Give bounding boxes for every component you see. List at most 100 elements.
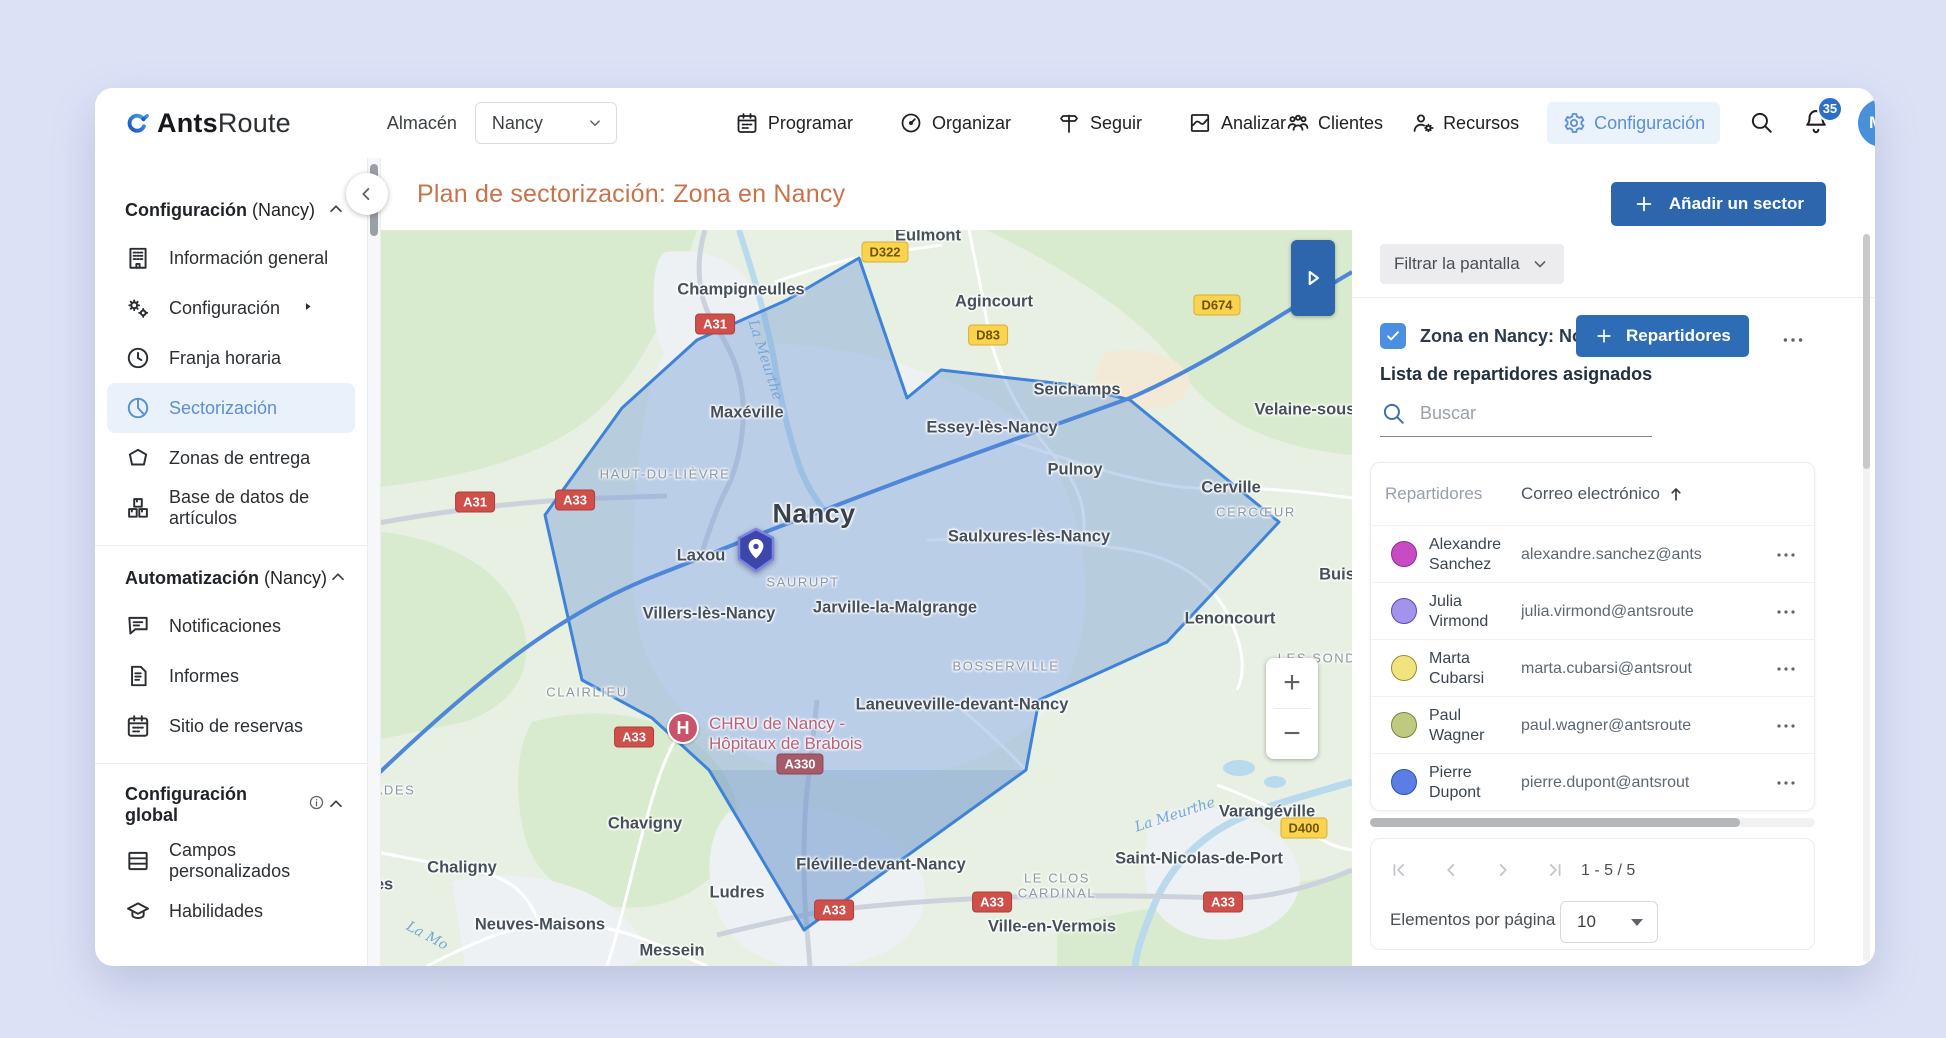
driver-avatar <box>1391 541 1417 567</box>
sidebar-item-sitio-de-reservas[interactable]: Sitio de reservas <box>107 701 355 751</box>
section-collapse-button[interactable] <box>325 793 347 818</box>
search-button[interactable] <box>1748 109 1774 138</box>
map-label-villerslesnancy: Villers-lès-Nancy <box>643 605 776 624</box>
chevron-up-icon <box>325 198 347 220</box>
signpost-icon <box>1057 111 1081 135</box>
panel-scrollbar[interactable] <box>1863 234 1870 962</box>
pagination-last-button[interactable] <box>1535 851 1575 891</box>
driver-avatar <box>1391 598 1417 624</box>
speedometer-icon <box>899 111 923 135</box>
driver-email: julia.virmond@antsroute <box>1521 583 1694 640</box>
resources-icon <box>1411 111 1435 135</box>
sidebar-section-configuracion: Configuración(Nancy) <box>95 182 367 233</box>
map-label-saintnicolasdeport: Saint-Nicolas-de-Port <box>1115 850 1283 869</box>
warehouse-value: Nancy <box>492 113 543 134</box>
sidebar-item-habilidades[interactable]: Habilidades <box>107 886 355 936</box>
map-label-velainesous: Velaine-sous <box>1255 401 1352 420</box>
map-label-buis: Buis <box>1319 566 1352 585</box>
gears-icon <box>125 295 151 321</box>
panel-scrollbar-thumb[interactable] <box>1863 234 1870 469</box>
table-row[interactable]: JuliaVirmondjulia.virmond@antsroute <box>1371 582 1814 639</box>
sidebar-item-franja-horaria[interactable]: Franja horaria <box>107 333 355 383</box>
column-header-drivers[interactable]: Repartidores <box>1385 484 1482 504</box>
nav-recursos[interactable]: Recursos <box>1411 111 1519 135</box>
nav-seguir[interactable]: Seguir <box>1057 111 1142 135</box>
pagination-first-button[interactable] <box>1379 851 1419 891</box>
pie-chart-icon <box>125 395 151 421</box>
map-label-le-clos: LE CLOS <box>1024 871 1090 886</box>
sidebar-item-campos-personalizados[interactable]: Campos personalizados <box>107 836 355 886</box>
row-menu-button[interactable] <box>1774 713 1798 742</box>
dots-icon <box>1774 656 1798 682</box>
notifications-button[interactable]: 35 <box>1802 107 1830 140</box>
avatar[interactable]: MH <box>1858 99 1875 147</box>
nav-analizar[interactable]: Analizar <box>1188 111 1286 135</box>
sidebar-item-zonas-de-entrega[interactable]: Zonas de entrega <box>107 433 355 483</box>
row-menu-button[interactable] <box>1774 656 1798 685</box>
table-row[interactable]: AlexandreSanchezalexandre.sanchez@ants <box>1371 525 1814 582</box>
driver-email: pierre.dupont@antsrout <box>1521 754 1689 811</box>
horizontal-scrollbar[interactable] <box>1370 818 1815 827</box>
hospital-poi[interactable]: H CHRU de Nancy -Hôpitaux de Brabois <box>667 712 862 755</box>
plus-icon <box>1594 326 1614 346</box>
sidebar-item-sectorizacion[interactable]: Sectorización <box>107 383 355 433</box>
pagination-prev-button[interactable] <box>1431 851 1471 891</box>
panel-expand-button[interactable] <box>1291 240 1335 316</box>
sidebar-item-notificaciones[interactable]: Notificaciones <box>107 601 355 651</box>
pagination-next-button[interactable] <box>1483 851 1523 891</box>
table-row[interactable]: PaulWagnerpaul.wagner@antsroute <box>1371 696 1814 753</box>
map-pin-icon[interactable] <box>733 526 779 578</box>
search-input[interactable] <box>1418 402 1628 425</box>
nav-clientes[interactable]: Clientes <box>1286 111 1383 135</box>
sidebar-item-configuracion[interactable]: Configuración <box>107 283 355 333</box>
nav-programar[interactable]: Programar <box>735 111 853 135</box>
warehouse-select[interactable]: Nancy <box>475 102 617 144</box>
zone-checkbox[interactable] <box>1380 323 1406 349</box>
driver-avatar <box>1391 655 1417 681</box>
right-panel: Filtrar la pantalla Zona en Nancy: Norte <box>1352 230 1875 966</box>
zoom-out-button[interactable]: − <box>1266 709 1318 759</box>
column-header-email[interactable]: Correo electrónico <box>1521 484 1686 504</box>
section-collapse-button[interactable] <box>327 566 349 591</box>
notification-count-badge: 35 <box>1817 96 1843 122</box>
boxes-icon <box>125 495 151 521</box>
settings-icon <box>1562 111 1586 135</box>
nav-organizar[interactable]: Organizar <box>899 111 1011 135</box>
brand-logo[interactable]: AntsRoute <box>125 108 291 139</box>
brand-name: AntsRoute <box>157 108 291 139</box>
per-page-select[interactable]: 10 <box>1560 901 1658 943</box>
sidebar-item-informes[interactable]: Informes <box>107 651 355 701</box>
map[interactable]: EulmontChampigneullesAgincourtSeichampsV… <box>367 230 1352 966</box>
building-icon <box>125 245 151 271</box>
road-shield-a31: A31 <box>695 314 735 335</box>
section-collapse-button[interactable] <box>325 198 347 223</box>
add-sector-button[interactable]: Añadir un sector <box>1611 182 1826 226</box>
road-shield-d322: D322 <box>861 242 908 263</box>
calendar-icon <box>125 713 151 739</box>
sidebar-item-informacion-general[interactable]: Información general <box>107 233 355 283</box>
road-shield-a33: A33 <box>972 892 1012 913</box>
chevron-up-icon <box>325 793 347 815</box>
sidebar-item-base-de-datos-de-articulos[interactable]: Base de datos de artículos <box>107 483 355 533</box>
row-menu-button[interactable] <box>1774 599 1798 628</box>
page-title: Plan de sectorización: Zona en Nancy <box>417 180 845 209</box>
vertical-scrollbar[interactable] <box>367 158 381 966</box>
chevron-down-icon <box>586 114 604 132</box>
filter-screen-button[interactable]: Filtrar la pantalla <box>1380 244 1564 284</box>
horizontal-scrollbar-thumb[interactable] <box>1370 818 1740 827</box>
header-right: Clientes Recursos Configuración 35 MH <box>1286 99 1875 147</box>
back-button[interactable] <box>346 173 388 215</box>
table-row[interactable]: PierreDupontpierre.dupont@antsrout <box>1371 753 1814 810</box>
zoom-in-button[interactable]: + <box>1266 658 1318 708</box>
row-menu-button[interactable] <box>1774 542 1798 571</box>
dots-icon <box>1774 713 1798 739</box>
zone-menu-button[interactable] <box>1780 327 1806 356</box>
caret-down-icon <box>1631 919 1643 926</box>
nav-configuracion[interactable]: Configuración <box>1547 102 1720 144</box>
row-menu-button[interactable] <box>1774 770 1798 799</box>
add-drivers-button[interactable]: Repartidores <box>1576 315 1749 357</box>
pagination-range: 1 - 5 / 5 <box>1581 851 1635 891</box>
table-row[interactable]: MartaCubarsimarta.cubarsi@antsrout <box>1371 639 1814 696</box>
road-shield-a31: A31 <box>455 492 495 513</box>
info-icon <box>308 794 325 811</box>
